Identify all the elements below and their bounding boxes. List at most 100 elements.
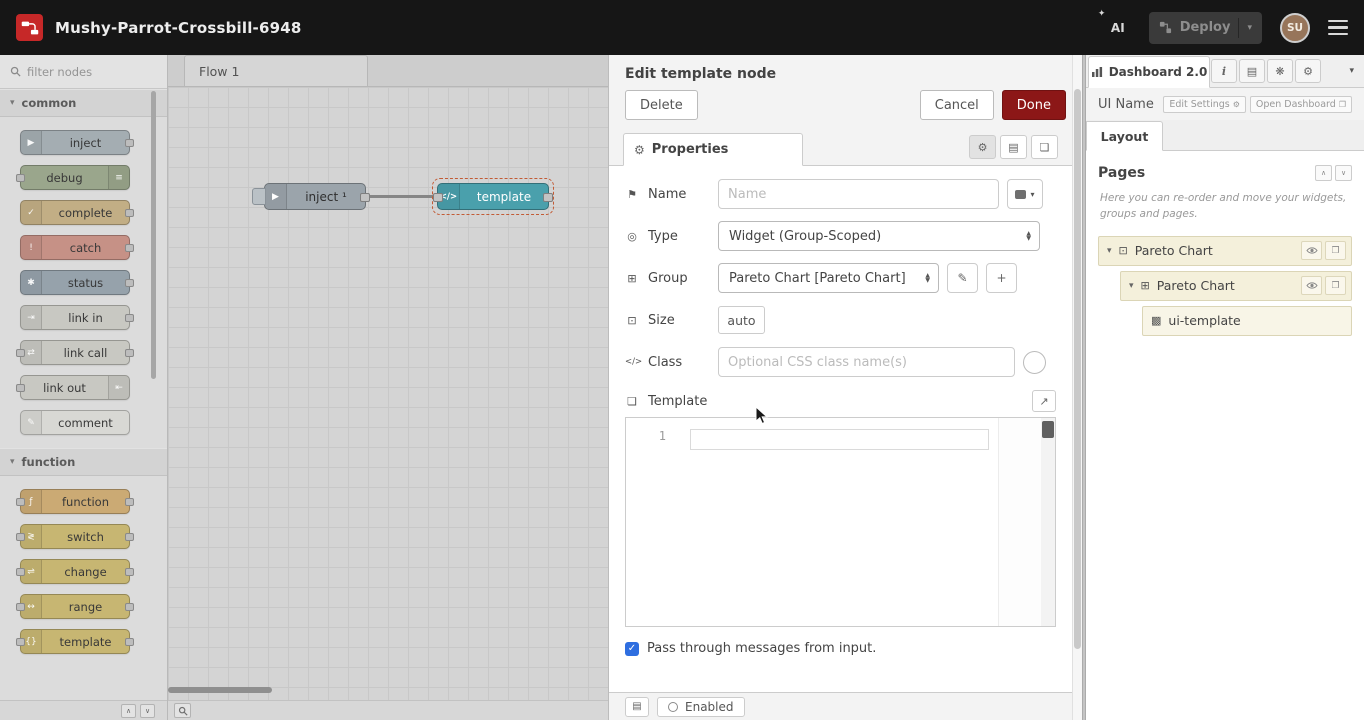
ui-name-label: UI Name — [1098, 97, 1154, 112]
search-flows-button[interactable] — [174, 703, 191, 718]
deploy-button[interactable]: Deploy ▾ — [1149, 12, 1262, 44]
palette-node-inject[interactable]: ▶ inject — [20, 130, 130, 155]
docs-button[interactable]: ▤ — [625, 697, 649, 717]
collapse-all-button[interactable]: ∧ — [1315, 165, 1332, 181]
inject-trigger-button[interactable] — [252, 188, 266, 205]
tab-layout[interactable]: Layout — [1086, 121, 1163, 151]
done-button[interactable]: Done — [1002, 90, 1066, 120]
class-input[interactable] — [718, 347, 1015, 377]
description-tab-button[interactable]: ▤ — [1000, 135, 1027, 159]
palette-node-change[interactable]: ⇌ change — [20, 559, 130, 584]
palette-node-switch[interactable]: ≷ switch — [20, 524, 130, 549]
chevron-down-icon: ▾ — [10, 457, 15, 467]
palette-node-status[interactable]: ✱ status — [20, 270, 130, 295]
tree-row-page[interactable]: ▾ ⊡ Pareto Chart ❐ — [1098, 236, 1352, 266]
open-page-button[interactable]: ❐ — [1325, 241, 1346, 260]
enabled-toggle[interactable]: Enabled — [657, 697, 745, 717]
type-select[interactable]: Widget (Group-Scoped) ▲▼ — [718, 221, 1040, 251]
palette-scrollbar[interactable] — [151, 91, 156, 379]
palette-node-function[interactable]: ƒ function — [20, 489, 130, 514]
palette-node-link-call[interactable]: ⇄ link call — [20, 340, 130, 365]
sidebar-tabs-menu-button[interactable]: ▾ — [1349, 66, 1354, 76]
tab-info[interactable]: i — [1211, 59, 1237, 83]
palette-node-label: status — [42, 276, 129, 290]
palette-category-common[interactable]: ▾ common — [0, 89, 167, 117]
editor-scrollbar[interactable] — [1041, 418, 1055, 626]
open-dashboard-button[interactable]: Open Dashboard ❐ — [1250, 96, 1352, 113]
appearance-tab-button[interactable]: ❏ — [1031, 135, 1058, 159]
open-group-button[interactable]: ❐ — [1325, 276, 1346, 295]
group-select[interactable]: Pareto Chart [Pareto Chart] ▲▼ — [718, 263, 939, 293]
input-port — [16, 498, 25, 506]
cancel-button[interactable]: Cancel — [920, 90, 994, 120]
palette-node-label: complete — [42, 206, 129, 220]
chevron-down-icon[interactable]: ▾ — [1129, 281, 1134, 291]
tab-properties[interactable]: ⚙ Properties — [623, 133, 803, 166]
sidebar-resize-handle[interactable] — [1082, 55, 1086, 720]
add-group-button[interactable]: + — [986, 263, 1017, 293]
template-node[interactable]: </> template — [437, 183, 549, 210]
palette-node-comment[interactable]: ✎ comment — [20, 410, 130, 435]
palette-search — [0, 55, 167, 89]
menu-icon[interactable] — [1328, 20, 1348, 36]
tab-debug[interactable]: ❋ — [1267, 59, 1293, 83]
user-avatar[interactable]: SU — [1280, 13, 1310, 43]
expand-editor-button[interactable]: ↗ — [1032, 390, 1056, 412]
eye-icon — [1306, 246, 1318, 255]
input-port — [16, 384, 25, 392]
tray-tab-tools: ⚙ ▤ ❏ — [969, 135, 1058, 159]
expand-all-button[interactable]: ∨ — [1335, 165, 1352, 181]
visibility-button[interactable] — [1301, 276, 1322, 295]
palette-filter-input[interactable] — [27, 65, 139, 79]
minimap — [998, 418, 1041, 626]
output-port[interactable] — [360, 193, 370, 202]
delete-button[interactable]: Delete — [625, 90, 698, 120]
mouse-cursor — [755, 406, 769, 426]
expand-all-button[interactable]: ∨ — [140, 704, 155, 718]
flow-tab[interactable]: Flow 1 — [184, 55, 368, 86]
status-icon: ✱ — [21, 271, 42, 294]
class-action-button[interactable] — [1023, 351, 1046, 374]
edit-group-button[interactable]: ✎ — [947, 263, 978, 293]
properties-tab-button[interactable]: ⚙ — [969, 135, 996, 159]
size-auto-button[interactable]: auto — [718, 306, 765, 334]
tab-config[interactable]: ⚙ — [1295, 59, 1321, 83]
inject-node[interactable]: ▶ inject ¹ — [264, 183, 366, 210]
editor-scrollbar-thumb[interactable] — [1042, 421, 1054, 438]
output-port[interactable] — [543, 193, 553, 202]
tray-scrollbar[interactable] — [1072, 55, 1082, 720]
link-in-icon: ⇥ — [21, 306, 42, 329]
template-code-editor[interactable]: 1 — [625, 417, 1056, 627]
palette-node-catch[interactable]: ! catch — [20, 235, 130, 260]
image-icon: ▩ — [1151, 314, 1161, 327]
visibility-button[interactable] — [1301, 241, 1322, 260]
tree-row-group[interactable]: ▾ ⊞ Pareto Chart ❐ — [1120, 271, 1352, 301]
inject-icon: ▶ — [21, 131, 42, 154]
ai-assistant-button[interactable]: ✦ AI — [1105, 16, 1131, 40]
node-icon-button[interactable]: ▾ — [1007, 179, 1043, 209]
wire[interactable] — [366, 195, 437, 198]
tree-row-widget[interactable]: ▩ ui-template — [1142, 306, 1352, 336]
passthrough-checkbox[interactable]: ✓ — [625, 642, 639, 656]
gear-icon: ⚙ — [1233, 100, 1240, 109]
palette-category-function[interactable]: ▾ function — [0, 448, 167, 476]
collapse-all-button[interactable]: ∧ — [121, 704, 136, 718]
palette-node-link-in[interactable]: ⇥ link in — [20, 305, 130, 330]
edit-settings-button[interactable]: Edit Settings ⚙ — [1163, 96, 1246, 113]
palette-node-template[interactable]: {} template — [20, 629, 130, 654]
tray-scrollbar-thumb[interactable] — [1074, 89, 1081, 649]
palette-node-range[interactable]: ↔ range — [20, 594, 130, 619]
field-label-group: ⚑ Name — [625, 187, 718, 202]
palette-node-debug[interactable]: debug ≡ — [20, 165, 130, 190]
horizontal-scrollbar[interactable] — [168, 687, 272, 693]
size-icon: ⊡ — [625, 314, 639, 327]
palette-node-link-out[interactable]: link out ⇤ — [20, 375, 130, 400]
chevron-down-icon[interactable]: ▾ — [1247, 23, 1252, 33]
tab-help[interactable]: ▤ — [1239, 59, 1265, 83]
name-input[interactable] — [718, 179, 999, 209]
chevron-down-icon[interactable]: ▾ — [1107, 246, 1112, 256]
palette-node-complete[interactable]: ✓ complete — [20, 200, 130, 225]
flow-canvas[interactable]: ▶ inject ¹ </> template — [168, 87, 608, 700]
input-port[interactable] — [433, 193, 443, 202]
tab-dashboard[interactable]: Dashboard 2.0 — [1088, 56, 1210, 88]
